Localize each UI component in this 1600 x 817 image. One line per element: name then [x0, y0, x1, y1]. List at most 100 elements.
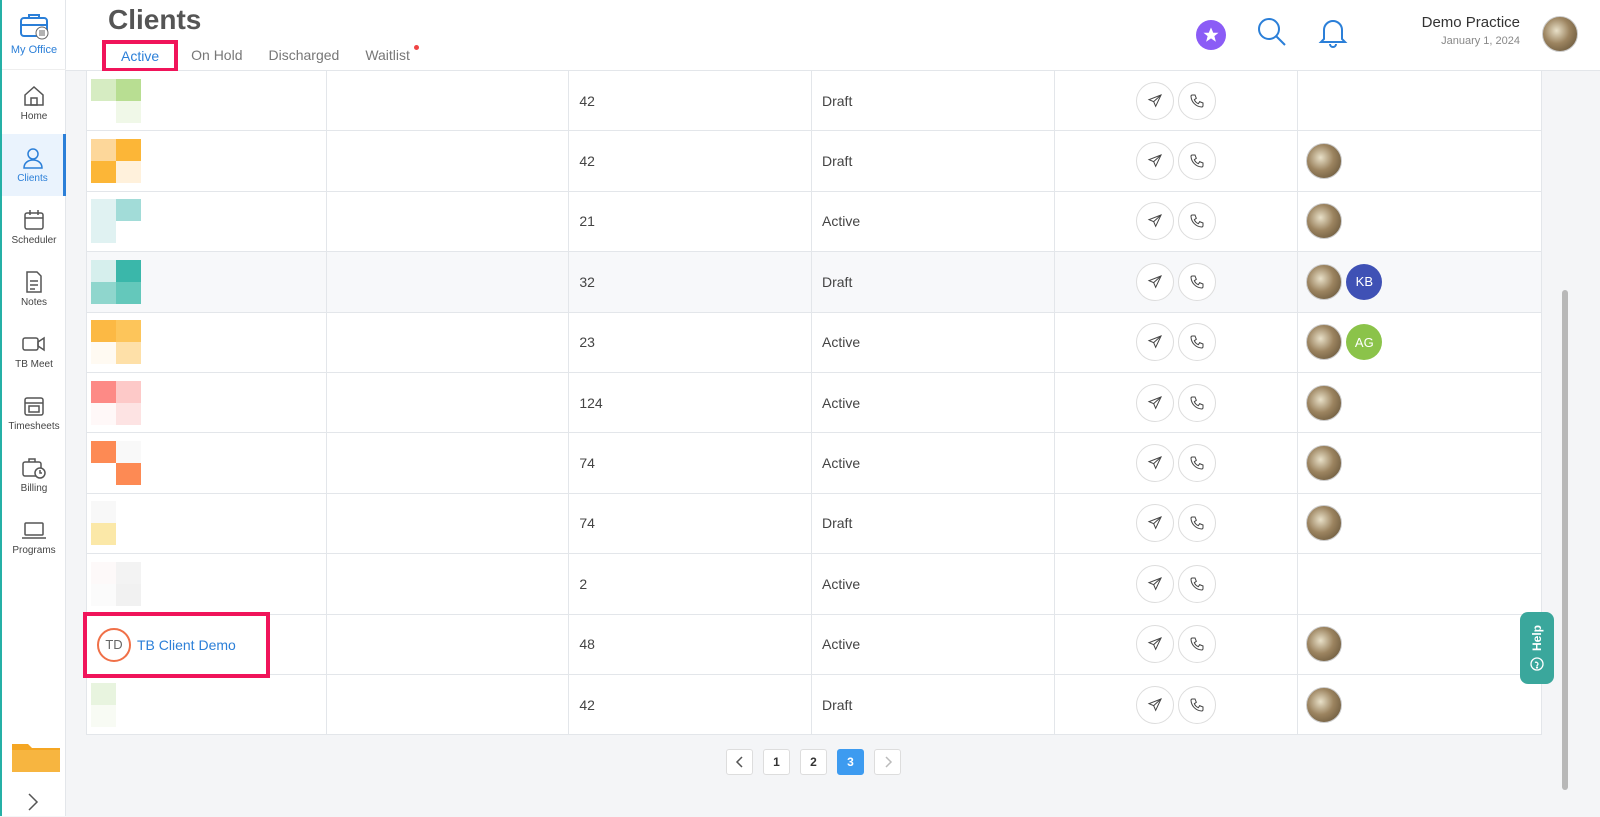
next-page-button[interactable] — [874, 749, 901, 775]
table-row[interactable]: 42 Draft — [87, 131, 1541, 192]
phone-icon[interactable] — [1178, 625, 1216, 664]
client-avatar[interactable] — [91, 199, 141, 244]
avatar[interactable] — [1542, 16, 1578, 52]
client-avatar[interactable] — [91, 139, 141, 184]
staff-initials-avatar[interactable]: KB — [1346, 263, 1383, 300]
sidebar-item-home[interactable]: Home — [2, 72, 66, 134]
empty-cell — [327, 71, 570, 131]
send-icon[interactable] — [1136, 142, 1174, 181]
actions-cell — [1055, 131, 1299, 191]
page-1-button[interactable]: 1 — [763, 749, 790, 775]
table-row[interactable]: TD TB Client Demo 48 Active — [83, 611, 1541, 678]
tab-on-hold[interactable]: On Hold — [178, 40, 255, 72]
table-row[interactable]: 74 Active — [87, 433, 1541, 494]
client-link[interactable]: TD TB Client Demo — [83, 611, 270, 678]
staff-cell — [1298, 192, 1541, 251]
table-row[interactable]: 42 Draft — [87, 71, 1541, 132]
avatar[interactable] — [1306, 143, 1343, 180]
avatar[interactable] — [1306, 626, 1343, 663]
client-avatar[interactable] — [91, 78, 141, 123]
send-icon[interactable] — [1136, 625, 1174, 664]
practice-info[interactable]: Demo Practice January 1, 2024 — [1422, 14, 1520, 47]
bell-icon[interactable] — [1318, 16, 1348, 53]
send-icon[interactable] — [1136, 262, 1174, 301]
table-row[interactable]: 74 Draft — [87, 493, 1541, 555]
timesheet-icon — [24, 397, 44, 416]
my-office-button[interactable]: My Office — [2, 0, 66, 70]
send-icon[interactable] — [1136, 81, 1174, 120]
document-icon — [26, 271, 42, 293]
table-row[interactable]: 124 Active — [87, 372, 1541, 434]
table-row[interactable]: 2 Active — [87, 554, 1541, 615]
folder-icon[interactable] — [12, 740, 60, 777]
page-2-button[interactable]: 2 — [800, 749, 827, 775]
my-office-label: My Office — [10, 44, 58, 56]
star-icon[interactable] — [1196, 19, 1226, 50]
sidebar-item-programs[interactable]: Programs — [2, 506, 66, 568]
actions-cell — [1055, 614, 1299, 674]
status-cell: Active — [812, 433, 1055, 493]
sidebar-item-tb-meet[interactable]: TB Meet — [2, 320, 66, 382]
user-icon — [22, 148, 43, 169]
phone-icon[interactable] — [1178, 685, 1216, 724]
client-avatar[interactable] — [91, 320, 141, 365]
empty-cell — [327, 191, 570, 252]
send-icon[interactable] — [1136, 504, 1174, 543]
avatar[interactable] — [1306, 384, 1343, 421]
number-cell: 42 — [569, 71, 812, 131]
sidebar-item-clients[interactable]: Clients — [2, 134, 66, 196]
send-icon[interactable] — [1136, 202, 1174, 241]
page-3-button[interactable]: 3 — [837, 749, 864, 775]
client-avatar[interactable] — [91, 682, 141, 727]
client-cell — [87, 312, 327, 372]
scrollbar[interactable] — [1562, 290, 1568, 790]
avatar[interactable] — [1306, 263, 1343, 300]
tab-active[interactable]: Active — [102, 40, 179, 72]
prev-page-button[interactable] — [726, 749, 753, 775]
phone-icon[interactable] — [1178, 383, 1216, 422]
status-cell: Active — [812, 312, 1055, 372]
phone-icon[interactable] — [1178, 142, 1216, 181]
avatar[interactable] — [1306, 686, 1343, 723]
table-row[interactable]: 42 Draft — [87, 674, 1541, 736]
avatar[interactable] — [1306, 324, 1343, 361]
phone-icon[interactable] — [1178, 504, 1216, 543]
staff-initials-avatar[interactable]: AG — [1346, 324, 1383, 361]
help-button[interactable]: Help — [1520, 612, 1554, 684]
sidebar-item-scheduler[interactable]: Scheduler — [2, 196, 66, 258]
phone-icon[interactable] — [1178, 564, 1216, 603]
client-avatar[interactable] — [91, 501, 141, 546]
client-avatar[interactable] — [91, 259, 141, 304]
tab-discharged[interactable]: Discharged — [255, 40, 352, 72]
send-icon[interactable] — [1136, 564, 1174, 603]
send-icon[interactable] — [1136, 323, 1174, 362]
send-icon[interactable] — [1136, 383, 1174, 422]
table-row[interactable]: 21 Active — [87, 191, 1541, 253]
chevron-right-icon[interactable] — [26, 792, 40, 817]
send-icon[interactable] — [1136, 685, 1174, 724]
phone-icon[interactable] — [1178, 202, 1216, 241]
tab-waitlist[interactable]: Waitlist — [352, 40, 423, 72]
avatar[interactable] — [1306, 445, 1343, 482]
phone-icon[interactable] — [1178, 444, 1216, 483]
client-avatar[interactable] — [91, 441, 141, 486]
sidebar-item-label: Home — [20, 111, 48, 122]
phone-icon[interactable] — [1178, 323, 1216, 362]
search-icon[interactable] — [1256, 16, 1288, 53]
avatar[interactable] — [1306, 203, 1343, 240]
staff-cell — [1298, 131, 1541, 190]
client-avatar[interactable] — [91, 561, 141, 606]
sidebar-item-notes[interactable]: Notes — [2, 258, 66, 320]
status-cell: Active — [812, 614, 1055, 674]
phone-icon[interactable] — [1178, 262, 1216, 301]
actions-cell — [1055, 71, 1299, 131]
client-avatar[interactable] — [91, 380, 141, 425]
staff-cell — [1298, 494, 1541, 553]
table-row[interactable]: 32 Draft KB — [87, 252, 1541, 313]
table-row[interactable]: 23 Active AG — [87, 312, 1541, 373]
sidebar-item-timesheets[interactable]: Timesheets — [2, 382, 66, 444]
send-icon[interactable] — [1136, 444, 1174, 483]
avatar[interactable] — [1306, 505, 1343, 542]
phone-icon[interactable] — [1178, 81, 1216, 120]
sidebar-item-billing[interactable]: Billing — [2, 444, 66, 506]
